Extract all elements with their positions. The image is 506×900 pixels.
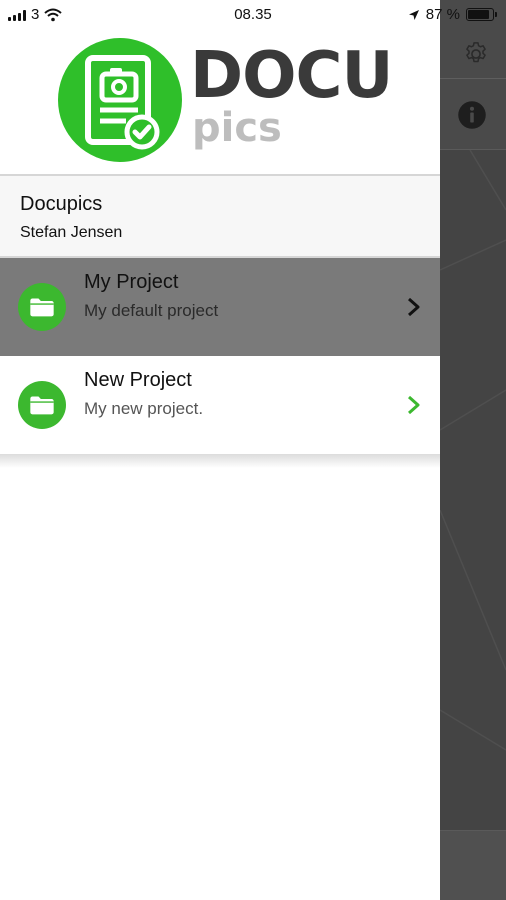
toolbar-divider — [440, 78, 506, 79]
folder-icon — [18, 283, 66, 331]
account-app-name: Docupics — [20, 193, 103, 215]
project-title: New Project — [84, 369, 192, 391]
status-bar: 3 08.35 87 % — [0, 0, 506, 30]
battery-percent: 87 % — [425, 6, 460, 23]
project-subtitle: My new project. — [84, 399, 204, 418]
account-user-name: Stefan Jensen — [20, 224, 123, 241]
project-item-new-project[interactable]: New Project My new project. — [0, 356, 440, 454]
status-right: 87 % — [408, 6, 497, 23]
logo-subtext: pics — [192, 105, 282, 151]
project-list: My Project My default project New Projec… — [0, 258, 440, 454]
battery-icon — [466, 8, 497, 21]
app-logo: DOCU pics — [0, 30, 440, 174]
chevron-right-icon — [408, 297, 420, 317]
project-subtitle: My default project — [84, 301, 219, 320]
info-icon[interactable] — [455, 98, 489, 132]
gear-icon[interactable] — [459, 37, 493, 71]
logo-badge — [58, 38, 182, 162]
logo-wordmark: DOCU — [190, 39, 393, 113]
project-item-my-project[interactable]: My Project My default project — [0, 258, 440, 356]
list-shadow — [0, 454, 440, 468]
project-title: My Project — [84, 271, 179, 293]
chevron-right-icon — [408, 395, 420, 415]
account-header[interactable]: Docupics Stefan Jensen — [0, 174, 440, 258]
folder-icon — [18, 381, 66, 429]
navigation-drawer: DOCU pics Docupics Stefan Jensen My Proj… — [0, 0, 440, 900]
document-camera-icon — [85, 55, 160, 150]
location-arrow-icon — [408, 9, 419, 20]
